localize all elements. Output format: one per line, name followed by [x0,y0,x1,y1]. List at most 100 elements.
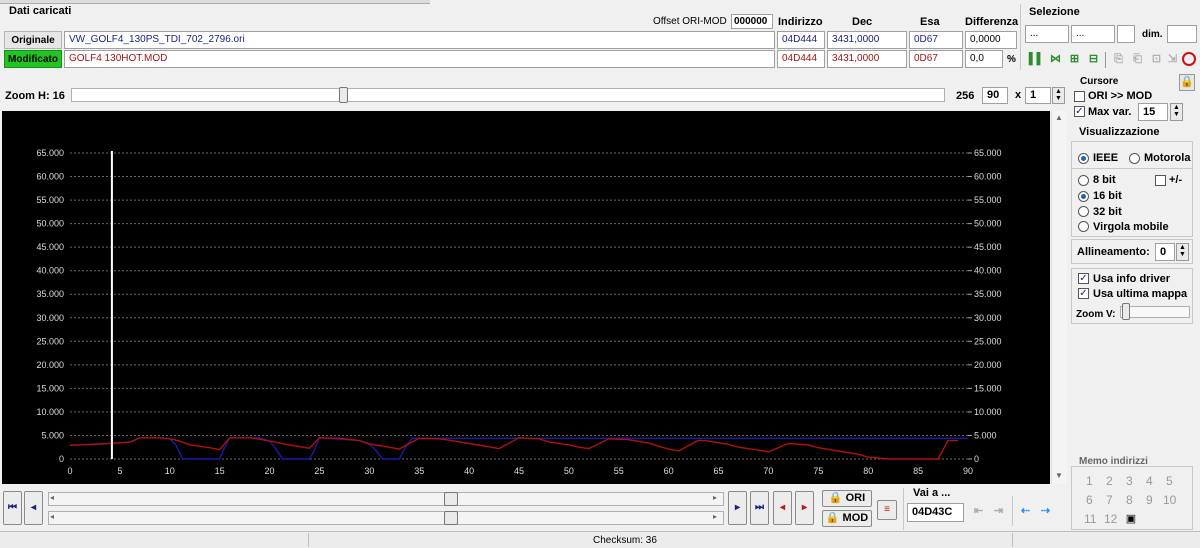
goto-divider [903,488,904,530]
ori-mod-checkbox[interactable] [1074,91,1085,102]
zoom-mult-field[interactable]: 1 [1025,87,1051,104]
zoom-90-field[interactable]: 90 [982,87,1008,104]
export-icon[interactable]: ⇲ [1164,51,1181,68]
next-diff-button[interactable]: ▸ [795,491,814,525]
memo-slot-11[interactable]: 11 [1084,512,1096,526]
toolbar-separator [1105,52,1106,68]
mod-hscroll-left-arrow[interactable]: ◂ [50,512,54,521]
compare-button[interactable]: ≡ [877,500,897,520]
x-tick-label: 75 [813,466,823,476]
cursor-title: Cursore [1080,76,1119,87]
memo-slot-12[interactable]: 12 [1104,512,1117,526]
prev-page-button[interactable]: ◂ [24,491,43,525]
memo-slot-3[interactable]: 3 [1126,474,1133,488]
selection-end-field[interactable]: ... [1071,25,1115,43]
use-driver-checkbox[interactable]: ✓ [1078,273,1089,284]
align-field[interactable]: 0 [1155,243,1175,261]
memo-slot-9[interactable]: 9 [1146,493,1153,507]
float-radio[interactable] [1078,221,1089,232]
memo-slot-1[interactable]: 1 [1086,474,1093,488]
zoom-v-slider-thumb[interactable] [1122,303,1130,320]
memo-slot-5[interactable]: 5 [1166,474,1173,488]
scroll-up-arrow[interactable]: ▲ [1052,113,1066,127]
mod-address[interactable]: 04D444 [777,50,825,68]
copy-icon[interactable]: ⎘ [1110,51,1127,68]
goto-mod-icon[interactable]: ⇥ [990,503,1007,520]
swap-left-icon[interactable]: ⇠ [1017,503,1034,520]
motorola-radio[interactable] [1129,153,1140,164]
memo-slot-6[interactable]: 6 [1086,493,1093,507]
offset-field[interactable]: 000000 [731,14,773,29]
ori-diff[interactable]: 0,0000 [965,31,1017,49]
mod-hscroll[interactable] [48,511,724,525]
memo-save-icon[interactable]: ▣ [1124,512,1138,526]
max-var-spinner[interactable]: ▲ ▼ [1170,103,1183,121]
mod-button[interactable]: 🔒 MOD [822,510,872,527]
memo-slot-2[interactable]: 2 [1106,474,1113,488]
memo-slot-7[interactable]: 7 [1106,493,1113,507]
select-all-icon[interactable]: ▌▌ [1028,51,1045,68]
ori-hscroll[interactable] [48,492,724,506]
mod-filename-field[interactable]: GOLF4 130HOT.MOD [64,50,775,68]
memo-slot-8[interactable]: 8 [1126,493,1133,507]
zoom-h-slider[interactable] [71,88,945,102]
bit8-radio[interactable] [1078,175,1089,186]
ori-address[interactable]: 04D444 [777,31,825,49]
selection-start-field[interactable]: ... [1025,25,1069,43]
mod-dec[interactable]: 3431,0000 [827,50,907,68]
next-page-button[interactable]: ▸ [728,491,747,525]
mod-hex[interactable]: 0D67 [909,50,963,68]
x-tick-label: 35 [414,466,424,476]
ori-filename-field[interactable]: VW_GOLF4_130PS_TDI_702_2796.ori [64,31,775,49]
mod-diff[interactable]: 0,0 [965,50,1003,68]
ori-hscroll-left-arrow[interactable]: ◂ [50,493,54,502]
lock-icon[interactable]: 🔒 [1179,74,1195,91]
ieee-label: IEEE [1093,152,1119,164]
select-range-icon[interactable]: ⊟ [1085,51,1102,68]
memo-slot-10[interactable]: 10 [1163,493,1176,507]
stop-icon[interactable] [1182,52,1196,66]
ieee-radio[interactable] [1078,153,1089,164]
ori-hscroll-right-arrow[interactable]: ▸ [713,493,717,502]
scroll-down-arrow[interactable]: ▼ [1052,471,1066,485]
import-icon[interactable]: ⊡ [1148,51,1165,68]
bit16-radio[interactable] [1078,191,1089,202]
zoom-v-label: Zoom V: [1076,309,1116,320]
max-var-field[interactable]: 15 [1138,103,1168,121]
ori-button[interactable]: 🔒 ORI [822,490,872,507]
swap-right-icon[interactable]: ⇢ [1037,503,1054,520]
first-page-button[interactable]: ⏮ [3,491,22,525]
x-tick-label: 80 [863,466,873,476]
ori-dec[interactable]: 3431,0000 [827,31,907,49]
dim-field[interactable] [1167,25,1197,43]
use-last-map-checkbox[interactable]: ✓ [1078,288,1089,299]
memo-slot-4[interactable]: 4 [1146,474,1153,488]
col-differenza: Differenza [965,16,1019,28]
selection-mid-field[interactable] [1117,25,1135,43]
goto-ori-icon[interactable]: ⇤ [970,503,987,520]
paste-icon[interactable]: ⎗ [1129,51,1146,68]
select-start-icon[interactable]: ⋈ [1047,51,1064,68]
motorola-label: Motorola [1144,152,1191,164]
x-tick-label: 15 [215,466,225,476]
plusminus-checkbox[interactable] [1155,175,1166,186]
bit32-radio[interactable] [1078,206,1089,217]
goto-field[interactable]: 04D43C [907,503,964,522]
ori-hex[interactable]: 0D67 [909,31,963,49]
ori-hscroll-thumb[interactable] [444,492,458,506]
mod-hscroll-thumb[interactable] [444,511,458,525]
select-end-icon[interactable]: ⊞ [1066,51,1083,68]
chart-vscrollbar[interactable] [1051,111,1067,484]
zoom-v-slider[interactable] [1120,306,1190,318]
zoom-h-slider-thumb[interactable] [339,87,348,103]
mod-button-label: MOD [842,512,869,524]
mod-hscroll-right-arrow[interactable]: ▸ [713,512,717,521]
prev-diff-button[interactable]: ◂ [773,491,792,525]
max-var-checkbox[interactable]: ✓ [1074,106,1085,117]
zoom-mult-spinner[interactable]: ▲ ▼ [1052,87,1065,104]
last-page-button[interactable]: ⏭ [750,491,769,525]
col-dec: Dec [852,16,873,28]
bit16-label: 16 bit [1093,190,1122,202]
align-spinner[interactable]: ▲ ▼ [1176,243,1189,261]
x-tick-label: 60 [664,466,674,476]
